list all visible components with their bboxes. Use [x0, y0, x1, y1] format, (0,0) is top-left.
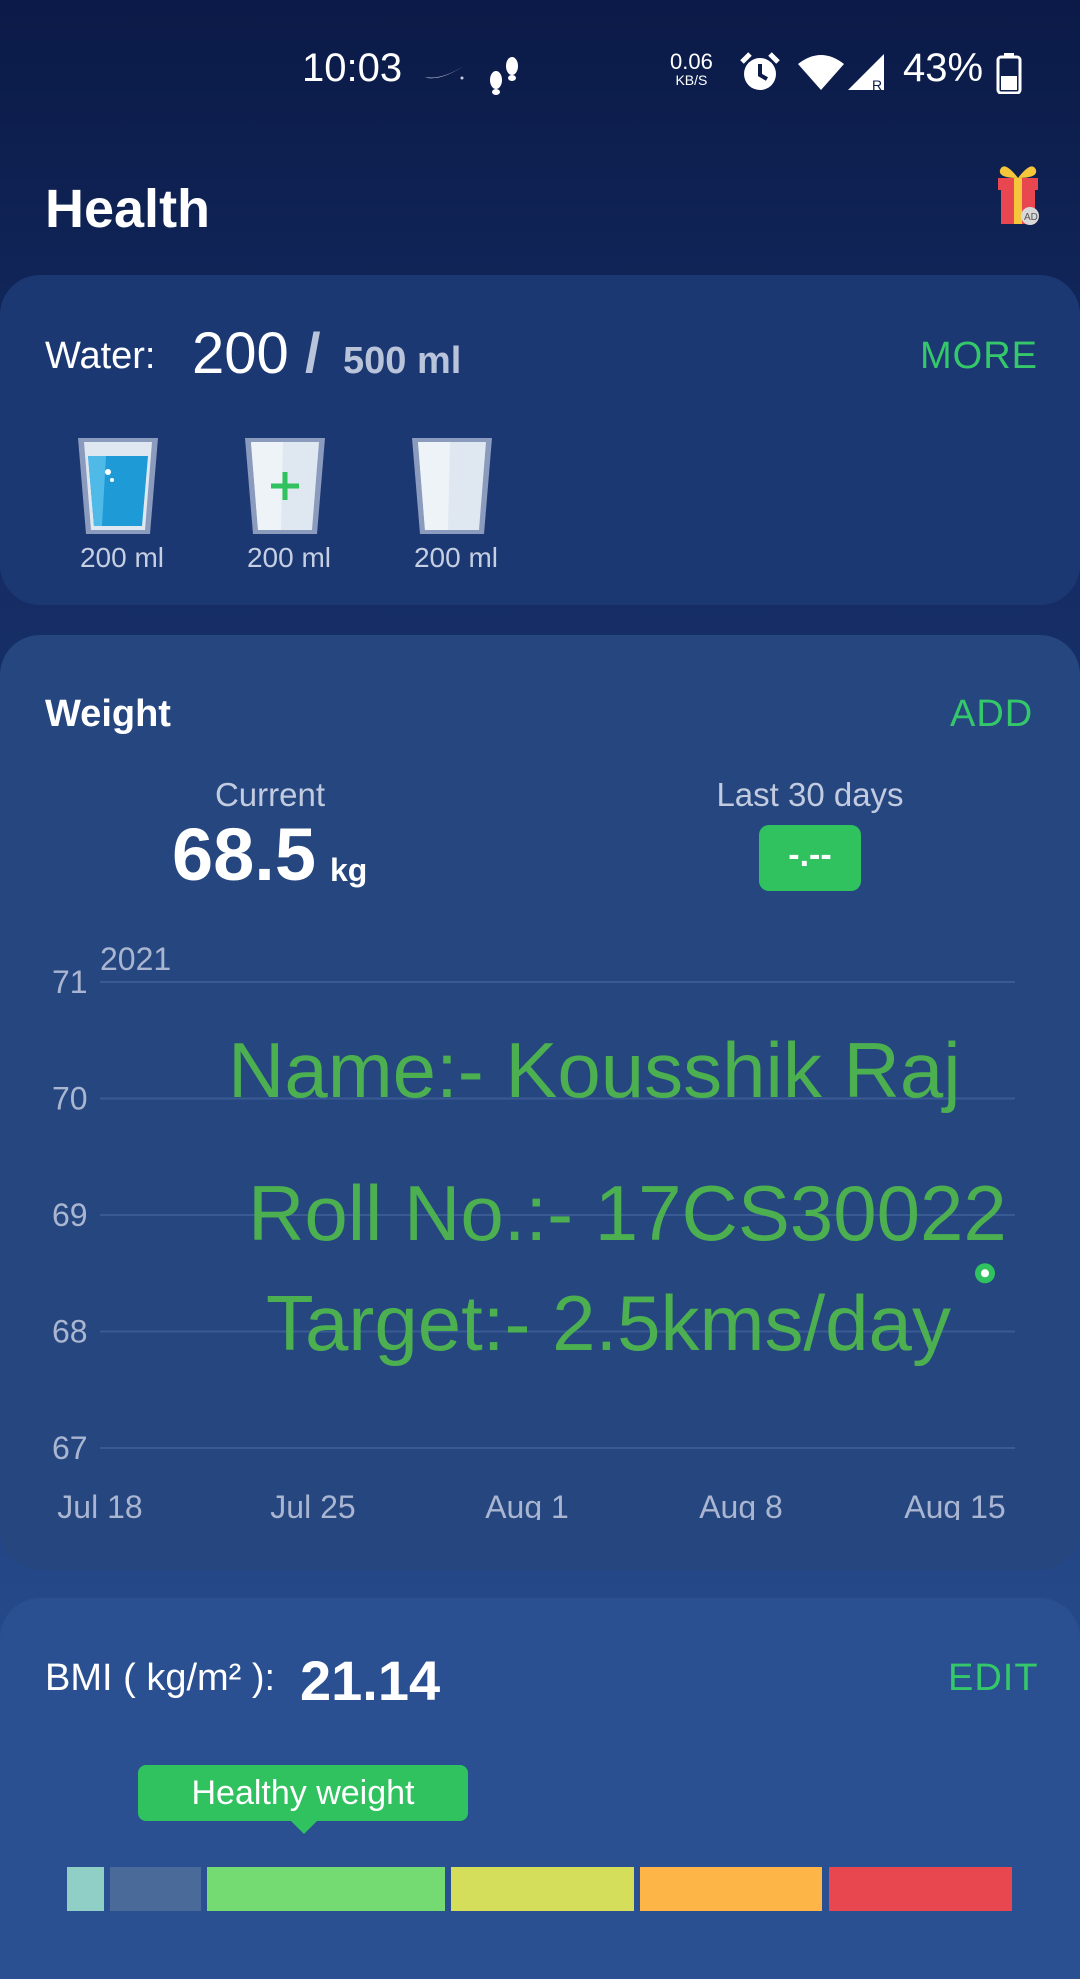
chart-x-tick-label: Jul 25	[270, 1489, 355, 1520]
cup-3-label: 200 ml	[413, 542, 499, 573]
water-cup-empty-icon[interactable]	[410, 436, 494, 536]
bmi-scale-segment-3	[207, 1867, 445, 1911]
current-weight-unit: kg	[330, 852, 368, 888]
chart-x-tick-label: Aug 8	[699, 1489, 783, 1520]
net-speed-value: 0.06	[670, 49, 713, 74]
bmi-category-badge: Healthy weight	[138, 1765, 468, 1821]
water-label: Water:	[45, 335, 156, 377]
net-speed: 0.06 KB/S	[670, 49, 713, 90]
bmi-scale-segment-6	[829, 1867, 1012, 1911]
nike-swoosh-icon	[422, 66, 464, 80]
status-bar: 10:03 0.06 KB/S R 43%	[0, 0, 1080, 145]
chart-y-tick-label: 71	[52, 964, 88, 1000]
chart-y-tick-label: 70	[52, 1081, 88, 1117]
alarm-icon	[740, 52, 780, 90]
last-30-days-badge: -.--	[759, 825, 861, 891]
bmi-edit-button[interactable]: EDIT	[948, 1657, 1039, 1700]
overlay-roll: Roll No.:- 17CS30022	[248, 1169, 1007, 1257]
current-weight-label: Current	[214, 776, 326, 813]
chart-y-tick-label: 69	[52, 1197, 88, 1233]
bmi-scale-segment-2	[110, 1867, 201, 1911]
chart-x-tick-label: Jul 18	[57, 1489, 142, 1520]
water-cup-filled-icon[interactable]	[76, 436, 160, 536]
bmi-scale-segment-5	[640, 1867, 822, 1911]
battery-percent: 43%	[903, 46, 984, 90]
weight-add-button[interactable]: ADD	[950, 693, 1033, 736]
chart-y-tick-label: 67	[52, 1430, 88, 1466]
current-weight-value: 68.5	[172, 813, 317, 896]
footsteps-icon	[490, 57, 518, 95]
water-goal: 500 ml	[343, 340, 462, 382]
signal-icon: R	[848, 54, 884, 92]
overlay-target: Target:- 2.5kms/day	[266, 1279, 951, 1367]
gift-ad-icon[interactable]: AD	[994, 160, 1042, 230]
page-title: Health	[45, 179, 211, 239]
water-cup-add-icon[interactable]	[243, 436, 327, 536]
bmi-category-pointer	[290, 1820, 318, 1834]
chart-x-tick-label: Aug 15	[904, 1489, 1005, 1520]
water-more-button[interactable]: MORE	[920, 335, 1038, 378]
water-separator: /	[305, 321, 321, 384]
bmi-value: 21.14	[300, 1649, 441, 1712]
battery-icon	[996, 53, 1022, 94]
last-30-days-label: Last 30 days	[716, 776, 904, 813]
weight-title: Weight	[45, 693, 171, 735]
svg-text:AD: AD	[1024, 212, 1038, 223]
cup-1-label: 200 ml	[79, 542, 165, 573]
wifi-icon	[798, 55, 844, 90]
chart-x-tick-label: Aug 1	[485, 1489, 569, 1520]
cup-2-label: 200 ml	[246, 542, 332, 573]
overlay-name: Name:- Kousshik Raj	[228, 1026, 961, 1114]
chart-year-label: 2021	[100, 941, 171, 977]
water-current: 200	[192, 321, 289, 386]
bmi-scale-segment-1	[67, 1867, 104, 1911]
svg-text:R: R	[872, 77, 882, 92]
bmi-scale-segment-4	[451, 1867, 634, 1911]
net-speed-unit: KB/S	[675, 72, 708, 88]
bmi-label: BMI ( kg/m² ):	[45, 1657, 276, 1699]
chart-y-tick-label: 68	[52, 1314, 88, 1350]
chart-data-point-center	[981, 1269, 989, 1278]
status-time: 10:03	[302, 46, 403, 90]
